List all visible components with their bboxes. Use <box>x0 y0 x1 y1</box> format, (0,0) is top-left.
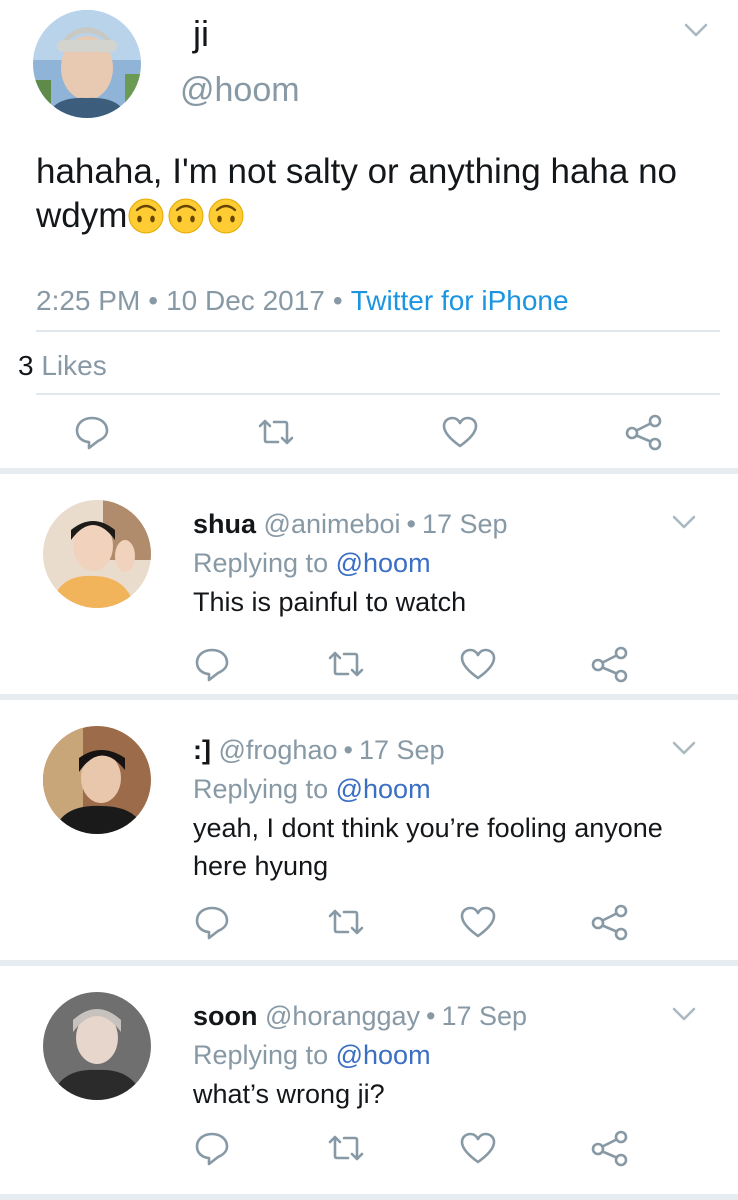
like-button[interactable] <box>456 1126 500 1170</box>
reply-header: soon @horanggay • 17 Sep <box>193 999 527 1033</box>
heart-icon <box>460 906 496 938</box>
likes-label: Likes <box>41 350 107 381</box>
like-button[interactable] <box>456 642 500 686</box>
retweet-button[interactable] <box>324 1126 368 1170</box>
main-tweet: ji @hoom hahaha, I'm not salty or anythi… <box>0 0 738 470</box>
reply-author-name[interactable]: soon <box>193 1001 258 1031</box>
retweet-icon <box>328 651 364 677</box>
replying-to-mention[interactable]: @hoom <box>336 774 431 804</box>
reply-header: shua @animeboi • 17 Sep <box>193 507 508 541</box>
likes-number: 3 <box>18 350 34 381</box>
avatar[interactable] <box>43 500 151 608</box>
reply-text: yeah, I dont think you’re fooling anyone… <box>193 813 663 881</box>
reply-button[interactable] <box>70 410 114 454</box>
heart-icon <box>460 648 496 680</box>
replying-to-mention[interactable]: @hoom <box>336 1040 431 1070</box>
likes-count[interactable]: 3 Likes <box>18 346 107 386</box>
tweet-time: 2:25 PM <box>36 285 141 316</box>
reply-text: This is painful to watch <box>193 587 467 617</box>
like-button[interactable] <box>438 410 482 454</box>
share-icon <box>625 414 662 451</box>
retweet-button[interactable] <box>324 900 368 944</box>
divider <box>36 330 720 332</box>
reply-header: :] @froghao • 17 Sep <box>193 733 445 767</box>
replying-to: Replying to @hoom <box>193 772 431 806</box>
retweet-icon <box>328 1135 364 1161</box>
tweet-meta: 2:25 PM • 10 Dec 2017 • Twitter for iPhone <box>36 281 569 321</box>
upside-down-face-emoji <box>128 198 164 234</box>
reply-actions <box>0 1126 738 1170</box>
reply-tweet[interactable]: :] @froghao • 17 Sep Replying to @hoom yea… <box>0 700 738 960</box>
reply-tweet[interactable]: shua @animeboi • 17 Sep Replying to @hoom … <box>0 474 738 694</box>
reply-date: 17 Sep <box>421 509 508 539</box>
tweet-text: hahaha, I'm not salty or anything haha n… <box>36 150 716 238</box>
reply-author-handle[interactable]: @horanggay <box>265 1001 420 1031</box>
divider <box>36 393 720 395</box>
avatar[interactable] <box>33 10 141 118</box>
chevron-down-icon[interactable] <box>672 740 696 756</box>
reply-author-handle[interactable]: @froghao <box>219 735 338 765</box>
reply-tweet[interactable]: soon @horanggay • 17 Sep Replying to @hoom… <box>0 966 738 1194</box>
reply-date: 17 Sep <box>441 1001 528 1031</box>
reply-button[interactable] <box>190 1126 234 1170</box>
heart-icon <box>460 1132 496 1164</box>
share-button[interactable] <box>588 1126 632 1170</box>
replying-to: Replying to @hoom <box>193 1038 431 1072</box>
reply-icon <box>195 1132 229 1166</box>
replying-to-mention[interactable]: @hoom <box>336 548 431 578</box>
avatar[interactable] <box>43 992 151 1100</box>
reply-icon <box>75 416 109 450</box>
meta-separator: • <box>332 285 343 316</box>
tweet-date: 10 Dec 2017 <box>166 285 325 316</box>
reply-button[interactable] <box>190 642 234 686</box>
share-button[interactable] <box>622 410 666 454</box>
replying-to: Replying to @hoom <box>193 546 431 580</box>
reply-author-name[interactable]: :] <box>193 735 211 765</box>
reply-actions <box>0 900 738 944</box>
reply-actions <box>0 642 738 686</box>
emoji-group <box>127 196 247 235</box>
reply-date: 17 Sep <box>358 735 445 765</box>
reply-icon <box>195 648 229 682</box>
upside-down-face-emoji <box>208 198 244 234</box>
share-icon <box>591 646 628 683</box>
share-button[interactable] <box>588 900 632 944</box>
retweet-button[interactable] <box>254 410 298 454</box>
tweet-source-link[interactable]: Twitter for iPhone <box>351 285 569 316</box>
author-name[interactable]: ji <box>193 14 209 54</box>
heart-icon <box>442 416 478 448</box>
replying-to-label: Replying to <box>193 774 329 804</box>
chevron-down-icon[interactable] <box>672 514 696 530</box>
replying-to-label: Replying to <box>193 1040 329 1070</box>
chevron-down-icon[interactable] <box>672 1006 696 1022</box>
tweet-actions <box>0 410 738 454</box>
meta-separator: • <box>343 735 353 765</box>
section-separator <box>0 1194 738 1200</box>
retweet-button[interactable] <box>324 642 368 686</box>
replying-to-label: Replying to <box>193 548 329 578</box>
meta-separator: • <box>426 1001 436 1031</box>
share-button[interactable] <box>588 642 632 686</box>
upside-down-face-emoji <box>168 198 204 234</box>
reply-icon <box>195 906 229 940</box>
reply-text: what’s wrong ji? <box>193 1079 385 1109</box>
retweet-icon <box>258 419 294 445</box>
reply-author-name[interactable]: shua <box>193 509 256 539</box>
share-icon <box>591 904 628 941</box>
meta-separator: • <box>148 285 159 316</box>
retweet-icon <box>328 909 364 935</box>
share-icon <box>591 1130 628 1167</box>
chevron-down-icon[interactable] <box>684 22 708 38</box>
reply-author-handle[interactable]: @animeboi <box>264 509 401 539</box>
avatar[interactable] <box>43 726 151 834</box>
like-button[interactable] <box>456 900 500 944</box>
meta-separator: • <box>406 509 416 539</box>
reply-button[interactable] <box>190 900 234 944</box>
author-handle[interactable]: @hoom <box>180 70 300 110</box>
